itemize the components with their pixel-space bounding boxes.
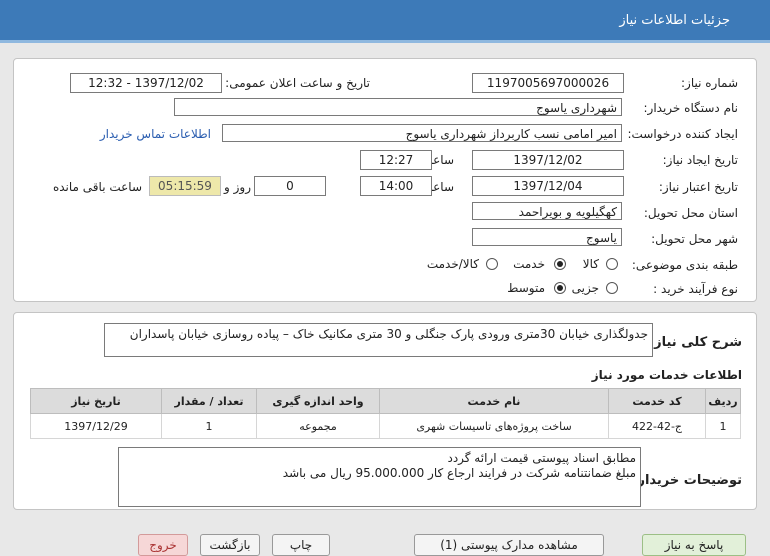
description-label: شرح کلی نیاز: (648, 335, 742, 350)
process-radio-minor[interactable] (606, 282, 618, 294)
announce-label: تاریخ و ساعت اعلان عمومی: (225, 76, 370, 90)
exit-button[interactable]: خروج (138, 534, 188, 556)
col-name-header: نام خدمت (379, 388, 609, 414)
cell-code: ج-42-422 (608, 413, 706, 439)
category-label: طبقه بندی موضوعی: (631, 258, 738, 272)
page-title: جزئیات اطلاعات نیاز (619, 13, 730, 28)
buyer-notes-textarea[interactable]: مطابق اسناد پیوستی قیمت ارائه گردد مبلغ … (118, 447, 641, 507)
validity-date-field[interactable]: 1397/12/04 (472, 176, 624, 196)
need-details-panel: شماره نیاز: 1197005697000026 تاریخ و ساع… (13, 58, 757, 302)
services-header-row: ردیف کد خدمت نام خدمت واحد اندازه گیری ت… (30, 388, 741, 414)
cell-name: ساخت پروژه‌های تاسیسات شهری (379, 413, 609, 439)
category-option-goods: کالا (582, 257, 599, 271)
cell-unit: مجموعه (256, 413, 380, 439)
category-option-goods-service: کالا/خدمت (426, 257, 479, 271)
remaining-time-field: 05:15:59 (149, 176, 221, 196)
created-time-field[interactable]: 12:27 (360, 150, 432, 170)
validity-date-label: تاریخ اعتبار نیاز: (658, 180, 738, 194)
services-table: ردیف کد خدمت نام خدمت واحد اندازه گیری ت… (30, 388, 741, 439)
process-radio-medium[interactable] (554, 282, 566, 294)
col-date-header: تاریخ نیاز (30, 388, 162, 414)
category-radio-service[interactable] (554, 258, 566, 270)
back-button[interactable]: بازگشت (200, 534, 260, 556)
announce-datetime-field[interactable]: 1397/12/02 - 12:32 (70, 73, 222, 93)
view-attachments-button[interactable]: مشاهده مدارک پیوستی (1) (414, 534, 604, 556)
cell-row: 1 (705, 413, 741, 439)
province-label: استان محل تحویل: (643, 206, 738, 220)
need-number-label: شماره نیاز: (681, 76, 738, 90)
need-description-panel: شرح کلی نیاز: جدولگذاری خیابان 30متری ور… (13, 312, 757, 510)
days-label: روز و (224, 180, 251, 194)
created-date-field[interactable]: 1397/12/02 (472, 150, 624, 170)
col-qty-header: تعداد / مقدار (161, 388, 257, 414)
buyer-notes-label: توضیحات خریدار: (632, 473, 742, 488)
title-bar: جزئیات اطلاعات نیاز (0, 0, 770, 43)
col-row-header: ردیف (705, 388, 741, 414)
requester-field[interactable]: امیر امامی نسب کاربرداز شهرداری یاسوج (222, 124, 622, 142)
buyer-contact-link[interactable]: اطلاعات تماس خریدار (100, 127, 211, 141)
col-code-header: کد خدمت (608, 388, 706, 414)
requester-label: ایجاد کننده درخواست: (627, 127, 738, 141)
process-label: نوع فرآیند خرید : (653, 282, 738, 296)
category-radio-goods-service[interactable] (486, 258, 498, 270)
services-title: اطلاعات خدمات مورد نیاز (591, 368, 742, 382)
category-option-service: خدمت (513, 257, 545, 271)
buyer-field[interactable]: شهرداری یاسوج (174, 98, 622, 116)
reply-button[interactable]: پاسخ به نیاز (642, 534, 746, 556)
cell-qty: 1 (161, 413, 257, 439)
need-number-field[interactable]: 1197005697000026 (472, 73, 624, 93)
remaining-time-label: ساعت باقی مانده (52, 180, 142, 194)
category-radio-goods[interactable] (606, 258, 618, 270)
buyer-label: نام دستگاه خریدار: (643, 101, 739, 115)
created-date-label: تاریخ ایجاد نیاز: (662, 153, 738, 167)
buyer-notes-line-2: مبلغ ضمانتنامه شرکت در فرایند ارجاع کار … (282, 466, 636, 480)
city-field[interactable]: یاسوج (472, 228, 622, 246)
print-button[interactable]: چاپ (272, 534, 330, 556)
process-option-medium: متوسط (507, 281, 545, 295)
col-unit-header: واحد اندازه گیری (256, 388, 380, 414)
table-row[interactable]: 1 ج-42-422 ساخت پروژه‌های تاسیسات شهری م… (30, 413, 741, 439)
process-option-minor: جزیی (571, 281, 599, 295)
province-field[interactable]: کهگیلویه و بویراحمد (472, 202, 622, 220)
buyer-notes-line-1: مطابق اسناد پیوستی قیمت ارائه گردد (447, 451, 636, 465)
description-textarea[interactable]: جدولگذاری خیابان 30متری ورودی پارک جنگلی… (104, 323, 653, 357)
city-label: شهر محل تحویل: (651, 232, 738, 246)
days-remaining-field[interactable]: 0 (254, 176, 326, 196)
validity-time-field[interactable]: 14:00 (360, 176, 432, 196)
cell-date: 1397/12/29 (30, 413, 162, 439)
